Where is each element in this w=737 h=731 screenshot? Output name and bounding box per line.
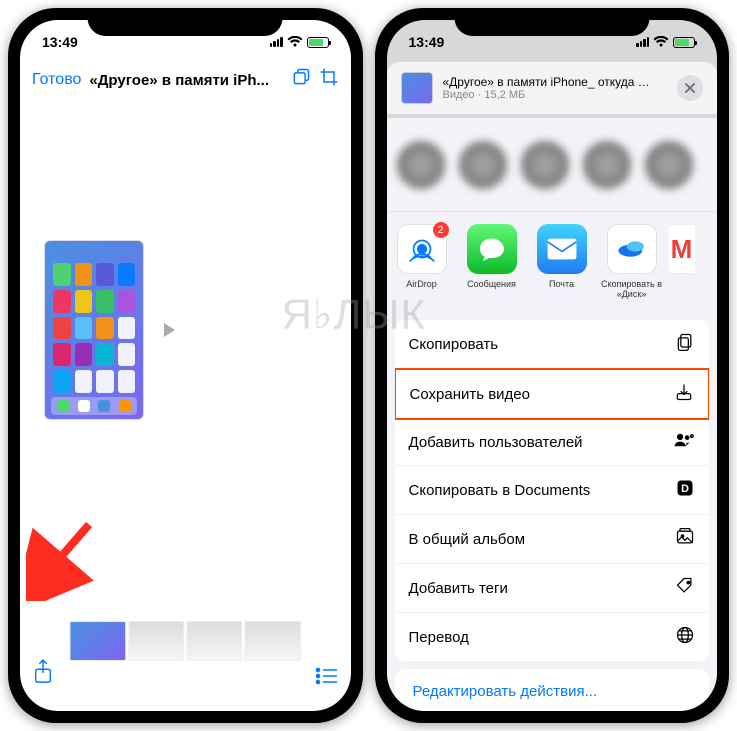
- red-arrow-annotation: [26, 511, 116, 601]
- album-icon: [675, 527, 695, 551]
- svg-text:D: D: [681, 483, 689, 495]
- share-title-block: «Другое» в памяти iPhone_ откуда б... Ви…: [443, 75, 668, 101]
- page-title: «Другое» в памяти iPh...: [89, 72, 282, 89]
- contact-avatar[interactable]: [521, 141, 569, 189]
- wifi-icon: [287, 36, 303, 48]
- airdrop-icon: 2: [397, 224, 447, 274]
- share-top-icon[interactable]: [291, 67, 311, 93]
- status-time: 13:49: [42, 34, 78, 50]
- play-icon[interactable]: [152, 314, 184, 346]
- contact-avatar[interactable]: [645, 141, 693, 189]
- nav-bar: Готово «Другое» в памяти iPh...: [20, 58, 351, 102]
- video-thumbnail: [44, 240, 144, 420]
- phone-left: 13:49 Готово «Другое» в памяти iPh...: [8, 8, 363, 723]
- action-label: Скопировать: [409, 336, 499, 353]
- share-thumbnail: [401, 72, 433, 104]
- battery-icon: [307, 37, 329, 48]
- share-subtitle: Видео · 15,2 МБ: [443, 89, 668, 101]
- app-label: AirDrop: [406, 279, 437, 289]
- tag-icon: [675, 576, 695, 600]
- screen-left: 13:49 Готово «Другое» в памяти iPh...: [20, 20, 351, 711]
- action-label: Добавить пользователей: [409, 434, 583, 451]
- share-apps-row: 2 AirDrop Сообщения Почта: [387, 212, 718, 312]
- documents-icon: D: [675, 478, 695, 502]
- mail-app[interactable]: Почта: [529, 224, 595, 289]
- status-icons: [636, 36, 695, 48]
- yadisk-icon: [607, 224, 657, 274]
- share-title: «Другое» в памяти iPhone_ откуда б...: [443, 75, 653, 89]
- signal-icon: [270, 37, 283, 47]
- airdrop-badge: 2: [433, 222, 449, 238]
- yadisk-app[interactable]: Скопировать в «Диск»: [599, 224, 665, 300]
- contact-avatar[interactable]: [583, 141, 631, 189]
- copy-icon: [675, 332, 695, 356]
- list-icon[interactable]: [315, 666, 339, 691]
- action-copy[interactable]: Скопировать: [395, 320, 710, 369]
- screen-right: 13:49 «Другое» в памяти iPhone_ откуда б…: [387, 20, 718, 711]
- action-add-users[interactable]: Добавить пользователей: [395, 419, 710, 466]
- airdrop-contacts-row[interactable]: [387, 118, 718, 212]
- action-label: Перевод: [409, 629, 469, 646]
- contact-avatar[interactable]: [459, 141, 507, 189]
- action-label: Сохранить видео: [410, 386, 531, 403]
- messages-app[interactable]: Сообщения: [459, 224, 525, 289]
- battery-icon: [673, 37, 695, 48]
- phone-right: 13:49 «Другое» в памяти iPhone_ откуда б…: [375, 8, 730, 723]
- action-label: Скопировать в Documents: [409, 482, 591, 499]
- messages-icon: [467, 224, 517, 274]
- contact-avatar[interactable]: [397, 141, 445, 189]
- globe-icon: [675, 625, 695, 649]
- gmail-app-partial[interactable]: M: [669, 224, 695, 274]
- app-label: Почта: [549, 279, 574, 289]
- action-save-video[interactable]: Сохранить видео: [395, 368, 710, 420]
- download-icon: [674, 382, 694, 406]
- action-translate[interactable]: Перевод: [395, 613, 710, 661]
- app-label: Сообщения: [467, 279, 516, 289]
- action-copy-documents[interactable]: Скопировать в Documents D: [395, 466, 710, 515]
- action-label: В общий альбом: [409, 531, 526, 548]
- notch: [454, 8, 649, 36]
- edit-actions-block: Редактировать действия...: [395, 669, 710, 711]
- add-users-icon: [673, 431, 695, 453]
- close-button[interactable]: [677, 75, 703, 101]
- app-label: Скопировать в «Диск»: [599, 279, 665, 300]
- share-icon[interactable]: [32, 658, 54, 691]
- action-label: Добавить теги: [409, 580, 508, 597]
- share-sheet: 2 AirDrop Сообщения Почта: [387, 118, 718, 711]
- done-button[interactable]: Готово: [32, 71, 81, 89]
- edit-actions[interactable]: Редактировать действия...: [395, 669, 710, 711]
- mail-icon: [537, 224, 587, 274]
- airdrop-app[interactable]: 2 AirDrop: [389, 224, 455, 289]
- notch: [88, 8, 283, 36]
- status-time: 13:49: [409, 34, 445, 50]
- crop-icon[interactable]: [319, 67, 339, 93]
- video-preview[interactable]: [44, 210, 184, 450]
- bottom-toolbar: [20, 621, 351, 711]
- wifi-icon: [653, 36, 669, 48]
- status-icons: [270, 36, 329, 48]
- action-shared-album[interactable]: В общий альбом: [395, 515, 710, 564]
- signal-icon: [636, 37, 649, 47]
- share-header: «Другое» в памяти iPhone_ откуда б... Ви…: [387, 62, 718, 115]
- action-list: Скопировать Сохранить видео Добавить пол…: [395, 320, 710, 661]
- gmail-icon: M: [669, 224, 695, 274]
- action-add-tags[interactable]: Добавить теги: [395, 564, 710, 613]
